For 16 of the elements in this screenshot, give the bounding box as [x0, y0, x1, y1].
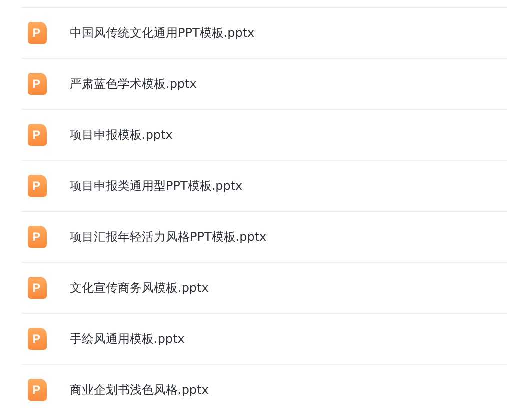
presentation-file-icon: P	[28, 379, 47, 401]
presentation-file-icon: P	[28, 22, 47, 44]
presentation-file-icon: P	[28, 175, 47, 197]
file-name[interactable]: 手绘风通用模板.pptx	[70, 330, 185, 348]
presentation-file-icon: P	[28, 277, 47, 299]
file-name[interactable]: 商业企划书浅色风格.pptx	[70, 382, 209, 398]
presentation-file-icon: P	[28, 226, 47, 248]
file-name[interactable]: 项目申报模板.pptx	[70, 126, 173, 144]
file-name[interactable]: 严肃蓝色学术模板.pptx	[70, 76, 197, 92]
file-name[interactable]: 文化宣传商务风模板.pptx	[70, 280, 209, 296]
file-name[interactable]: 项目申报类通用型PPT模板.pptx	[70, 178, 243, 194]
presentation-file-icon: P	[28, 73, 47, 95]
file-name[interactable]: 项目汇报年轻活力风格PPT模板.pptx	[70, 228, 267, 246]
presentation-file-icon: P	[28, 124, 47, 146]
file-name[interactable]: 中国风传统文化通用PPT模板.pptx	[70, 24, 255, 42]
presentation-file-icon: P	[28, 328, 47, 350]
